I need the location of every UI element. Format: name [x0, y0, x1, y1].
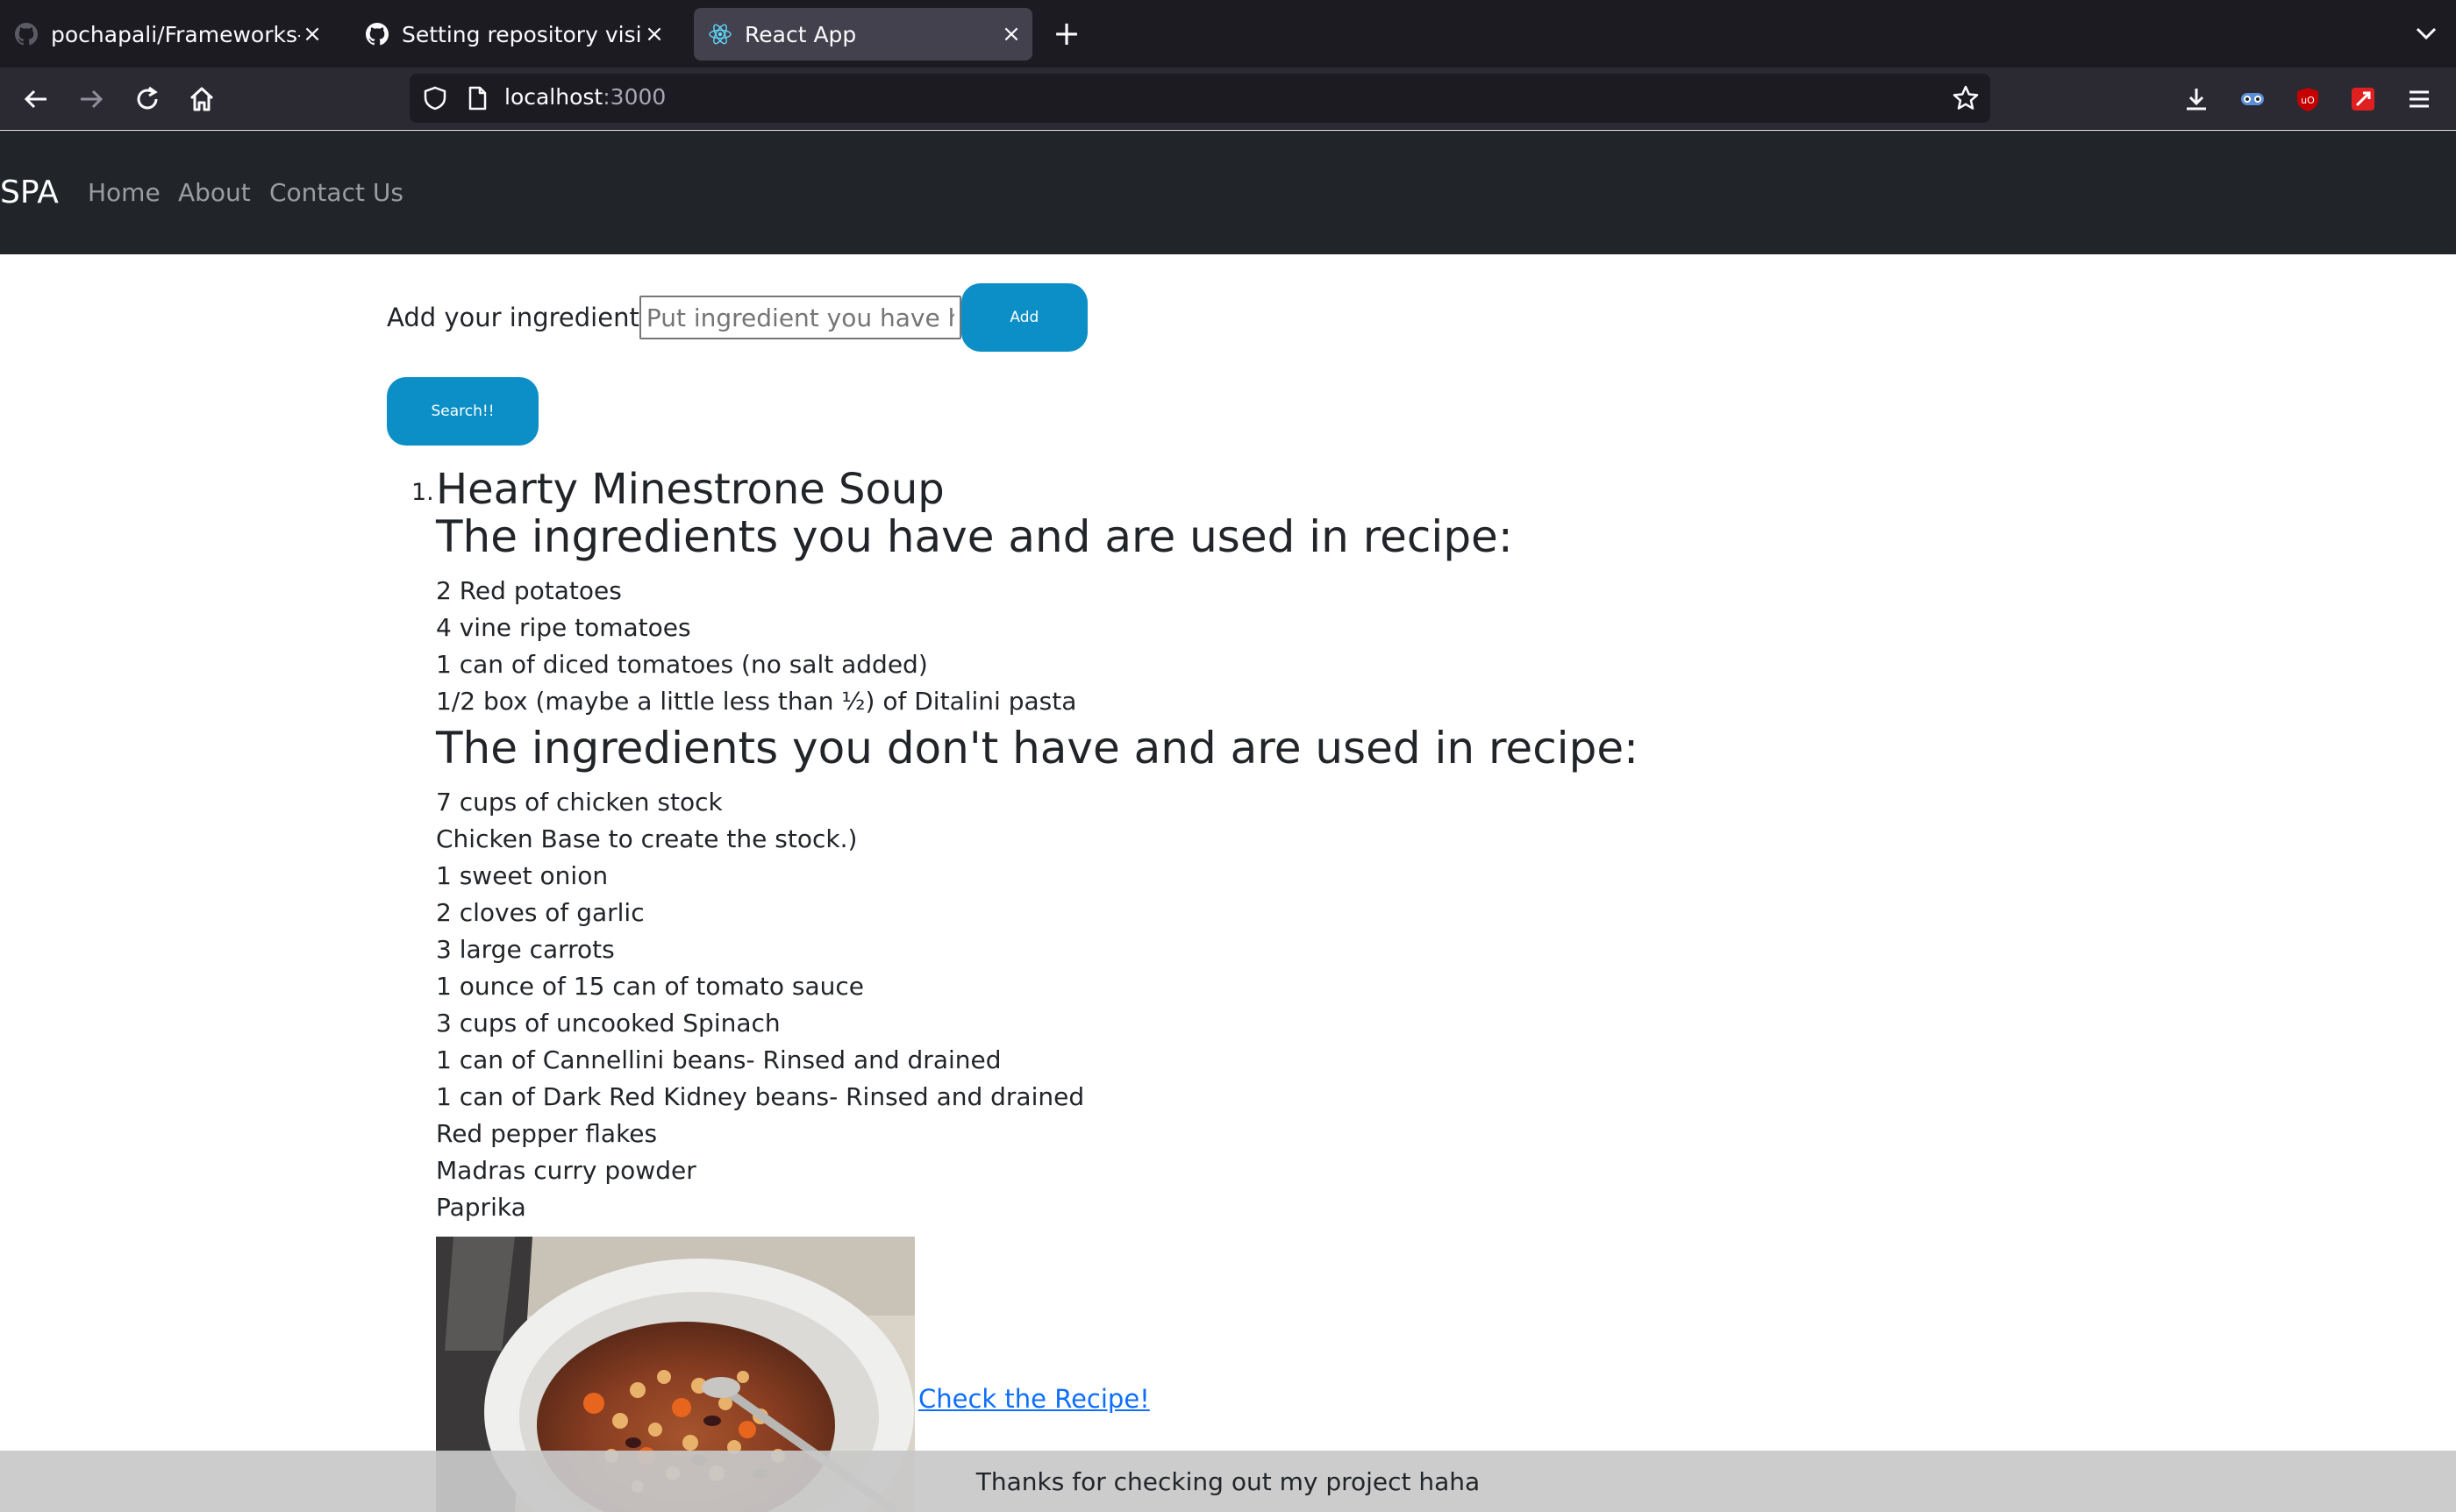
home-icon[interactable] — [182, 80, 221, 118]
bookmark-star-icon[interactable] — [1952, 84, 1980, 112]
back-icon[interactable] — [17, 80, 55, 118]
page-icon[interactable] — [464, 85, 490, 111]
tab-react-app[interactable]: React App × — [694, 8, 1032, 61]
ublock-icon[interactable]: uO — [2288, 80, 2327, 118]
close-tab-icon[interactable]: × — [999, 21, 1024, 47]
extension-red-icon[interactable] — [2344, 80, 2382, 118]
missing-ingredient-item: Madras curry powder — [436, 1156, 696, 1185]
have-ingredients-heading: The ingredients you have and are used in… — [436, 511, 1513, 562]
tab-github-repo[interactable]: pochapali/Frameworks-final × — [0, 8, 333, 61]
missing-ingredient-item: 3 cups of uncooked Spinach — [436, 1009, 781, 1038]
recipe-number: 1. — [411, 479, 434, 506]
main-content: Add your ingredient Add Search!! — [0, 254, 2456, 1512]
have-ingredient-item: 4 vine ripe tomatoes — [436, 613, 691, 642]
tab-repo-visibility[interactable]: Setting repository visibility × — [351, 8, 675, 61]
missing-ingredient-item: 1 can of Dark Red Kidney beans- Rinsed a… — [436, 1082, 1085, 1111]
reload-icon[interactable] — [128, 80, 167, 118]
github-icon — [365, 22, 389, 46]
tab-title: React App — [745, 21, 857, 47]
navbar-brand[interactable]: SPA — [0, 175, 59, 210]
missing-ingredient-item: 3 large carrots — [436, 935, 615, 964]
check-recipe-link[interactable]: Check the Recipe! — [918, 1384, 1150, 1414]
nav-about[interactable]: About — [178, 178, 251, 207]
menu-icon[interactable] — [2400, 80, 2438, 118]
ingredient-input[interactable] — [639, 296, 961, 339]
close-tab-icon[interactable]: × — [300, 21, 325, 47]
github-icon — [14, 22, 39, 46]
missing-ingredient-item: Paprika — [436, 1193, 526, 1222]
nav-contact-us[interactable]: Contact Us — [269, 178, 403, 207]
app-navbar: SPA Home About Contact Us — [0, 131, 2456, 254]
recipe-title: Hearty Minestrone Soup — [436, 465, 945, 514]
missing-ingredient-item: 1 sweet onion — [436, 861, 609, 890]
shield-icon[interactable] — [422, 85, 448, 111]
download-icon[interactable] — [2177, 80, 2216, 118]
footer: Thanks for checking out my project haha — [0, 1451, 2456, 1512]
url-port: :3000 — [603, 84, 667, 110]
search-button[interactable]: Search!! — [387, 377, 539, 446]
missing-ingredients-heading: The ingredients you don't have and are u… — [436, 723, 1639, 774]
tab-title: pochapali/Frameworks-final — [51, 21, 300, 47]
url-bar[interactable]: localhost:3000 — [410, 74, 1990, 123]
missing-ingredient-item: 1 can of Cannellini beans- Rinsed and dr… — [436, 1045, 1002, 1074]
svg-text:uO: uO — [2301, 95, 2315, 106]
chevron-down-icon[interactable] — [2409, 16, 2444, 51]
close-tab-icon[interactable]: × — [642, 21, 667, 47]
missing-ingredient-item: 1 ounce of 15 can of tomato sauce — [436, 972, 865, 1001]
forward-icon[interactable] — [72, 80, 111, 118]
extension-mask-icon[interactable] — [2233, 80, 2272, 118]
browser-tab-bar: pochapali/Frameworks-final × Setting rep… — [0, 0, 2456, 68]
add-ingredient-label: Add your ingredient — [387, 303, 639, 332]
new-tab-icon[interactable]: + — [1049, 16, 1084, 51]
have-ingredient-item: 1 can of diced tomatoes (no salt added) — [436, 650, 928, 679]
nav-home[interactable]: Home — [88, 178, 161, 207]
missing-ingredient-item: Chicken Base to create the stock.) — [436, 824, 858, 853]
react-icon — [708, 22, 732, 46]
missing-ingredient-item: Red pepper flakes — [436, 1119, 658, 1148]
have-ingredient-item: 2 Red potatoes — [436, 576, 622, 605]
tab-title: Setting repository visibility — [402, 21, 642, 47]
missing-ingredient-item: 7 cups of chicken stock — [436, 788, 723, 817]
url-text: localhost:3000 — [504, 84, 666, 110]
footer-text: Thanks for checking out my project haha — [975, 1466, 1481, 1496]
add-button[interactable]: Add — [960, 283, 1088, 352]
missing-ingredient-item: 2 cloves of garlic — [436, 898, 645, 927]
url-host: localhost — [504, 84, 603, 110]
have-ingredient-item: 1/2 box (maybe a little less than ½) of … — [436, 687, 1077, 716]
add-ingredient-row: Add your ingredient Add — [387, 283, 1088, 352]
